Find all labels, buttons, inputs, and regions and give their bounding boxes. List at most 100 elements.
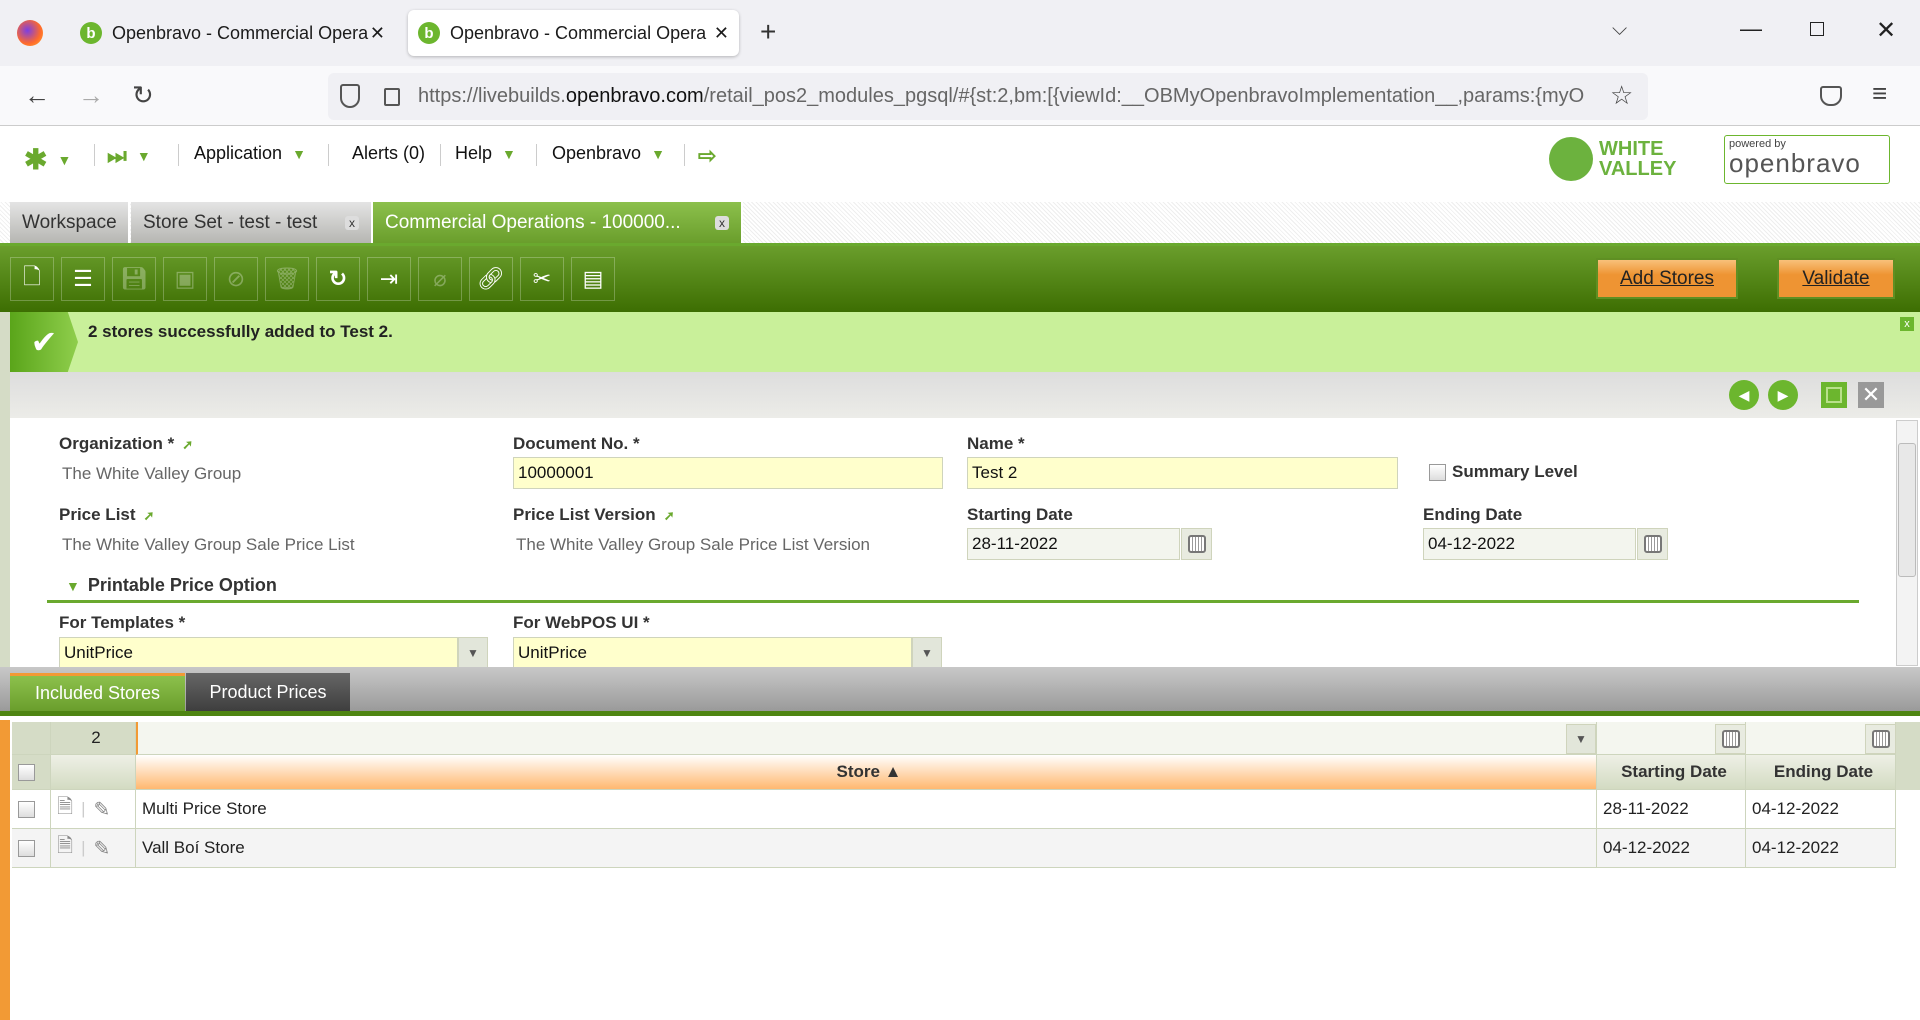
attachment-button[interactable]: ⌀: [418, 257, 462, 301]
restore-button[interactable]: [1810, 22, 1824, 36]
for-templates-select[interactable]: UnitPrice: [59, 637, 458, 669]
starting-date-input[interactable]: 28-11-2022: [967, 528, 1180, 560]
section-printable-price-option[interactable]: ▼ Printable Price Option: [66, 575, 277, 596]
chevron-down-icon: ▼: [292, 145, 306, 162]
document-no-input[interactable]: 10000001: [513, 457, 943, 489]
close-tab-icon[interactable]: ✕: [714, 23, 729, 44]
url-bar[interactable]: https://livebuilds. openbravo.com/retail_…: [328, 73, 1648, 120]
minimize-button[interactable]: —: [1740, 16, 1762, 42]
ending-date-input[interactable]: 04-12-2022: [1423, 528, 1636, 560]
back-icon[interactable]: ←: [24, 80, 50, 111]
select-all-cell: [12, 755, 51, 790]
calendar-icon[interactable]: [1715, 724, 1746, 754]
link-button[interactable]: 🔗︎: [469, 257, 513, 301]
edit-pencil-icon[interactable]: ✎: [94, 797, 111, 822]
openbravo-menu[interactable]: Openbravo ▼: [552, 143, 665, 164]
delete-button[interactable]: 🗑︎: [265, 257, 309, 301]
tab-list-chevron-icon[interactable]: ⌵: [1612, 18, 1627, 41]
tab-included-stores[interactable]: Included Stores: [10, 673, 185, 711]
next-record-icon[interactable]: ▶: [1768, 380, 1798, 410]
starting-date-cell: 04-12-2022: [1597, 829, 1746, 868]
edit-pencil-icon[interactable]: ✎: [94, 836, 111, 861]
price-list-version-value: The White Valley Group Sale Price List V…: [516, 535, 871, 554]
chevron-down-icon: ▼: [136, 148, 151, 164]
header-ending-date[interactable]: Ending Date: [1746, 755, 1896, 790]
record-count: 2: [51, 722, 136, 755]
maximize-icon[interactable]: [1821, 382, 1847, 408]
new-document-button[interactable]: 🗋: [10, 257, 54, 301]
save-close-button[interactable]: ▣: [163, 257, 207, 301]
close-form-icon[interactable]: ✕: [1858, 382, 1884, 408]
new-tab-button[interactable]: +: [760, 16, 776, 48]
header-starting-date[interactable]: Starting Date: [1597, 755, 1746, 790]
close-message-icon[interactable]: x: [1900, 317, 1914, 331]
refresh-button[interactable]: ↻: [316, 257, 360, 301]
view-toggle-button[interactable]: ▤: [571, 257, 615, 301]
tab-workspace[interactable]: Workspace: [10, 202, 130, 243]
price-list-label: Price List ➚: [59, 505, 155, 524]
quick-launch-menu[interactable]: ✱ ▼: [24, 143, 71, 176]
browser-tab[interactable]: b Openbravo - Commercial Opera ✕: [70, 10, 395, 56]
chevron-down-icon[interactable]: ▼: [1566, 724, 1596, 754]
divider: |: [81, 838, 86, 857]
filter-end: [1896, 722, 1920, 790]
recent-views-menu[interactable]: ⏭ ▼: [107, 143, 151, 169]
previous-record-icon[interactable]: ◀: [1729, 380, 1759, 410]
new-row-button[interactable]: ☰: [61, 257, 105, 301]
help-menu[interactable]: Help ▼: [455, 143, 516, 164]
close-tab-icon[interactable]: x: [345, 215, 359, 230]
row-checkbox[interactable]: [18, 839, 35, 857]
row-select-cell: [12, 790, 51, 829]
lock-icon[interactable]: [384, 88, 400, 106]
save-button[interactable]: 💾︎: [112, 257, 156, 301]
reload-icon[interactable]: ↻: [132, 80, 154, 111]
application-menu[interactable]: Application ▼: [194, 143, 306, 164]
menu-hamburger-icon[interactable]: ≡: [1872, 78, 1887, 109]
browser-tab-active[interactable]: b Openbravo - Commercial Opera ✕: [408, 10, 739, 56]
calendar-icon[interactable]: [1181, 528, 1212, 560]
row-checkbox[interactable]: [18, 800, 35, 818]
close-window-button[interactable]: ✕: [1876, 16, 1896, 45]
for-webpos-select[interactable]: UnitPrice: [513, 637, 912, 669]
summary-level-checkbox[interactable]: [1429, 464, 1446, 481]
select-all-checkbox[interactable]: [18, 763, 35, 781]
close-tab-icon[interactable]: ✕: [370, 23, 385, 44]
chevron-down-icon[interactable]: ▼: [912, 637, 942, 669]
store-name-cell[interactable]: Multi Price Store: [136, 790, 1597, 829]
logout-icon[interactable]: ⇨: [698, 143, 716, 169]
open-record-icon[interactable]: 🗎: [57, 831, 73, 865]
checkmark-icon: ✔: [10, 312, 78, 372]
store-name-cell[interactable]: Vall Boí Store: [136, 829, 1597, 868]
powered-by-openbravo-logo: powered by openbravo: [1724, 135, 1890, 184]
validate-button[interactable]: Validate: [1777, 258, 1895, 299]
active-grid-indicator: [0, 720, 10, 1020]
store-filter-input[interactable]: [136, 722, 1597, 755]
firefox-icon: [17, 20, 43, 46]
tools-button[interactable]: ✂: [520, 257, 564, 301]
forward-icon[interactable]: →: [78, 80, 104, 111]
link-arrow-icon[interactable]: ➚: [664, 508, 675, 523]
link-arrow-icon[interactable]: ➚: [144, 508, 155, 523]
link-arrow-icon[interactable]: ➚: [182, 437, 193, 452]
pocket-icon[interactable]: [1820, 86, 1842, 106]
tab-commercial-operations[interactable]: Commercial Operations - 100000... x: [373, 202, 743, 243]
form-scrollbar[interactable]: [1896, 420, 1918, 666]
summary-level-label: Summary Level: [1452, 462, 1578, 481]
success-message-text: 2 stores successfully added to Test 2.: [88, 322, 393, 341]
tab-store-set[interactable]: Store Set - test - test x: [131, 202, 373, 243]
export-button[interactable]: ⇥: [367, 257, 411, 301]
bookmark-star-icon[interactable]: ☆: [1610, 80, 1633, 111]
close-tab-icon[interactable]: x: [715, 215, 729, 230]
header-store[interactable]: Store ▲: [136, 755, 1597, 790]
add-stores-button[interactable]: Add Stores: [1596, 258, 1738, 299]
chevron-down-icon[interactable]: ▼: [458, 637, 488, 669]
calendar-icon[interactable]: [1637, 528, 1668, 560]
tab-product-prices[interactable]: Product Prices: [186, 673, 350, 711]
calendar-icon[interactable]: [1865, 724, 1896, 754]
undo-button[interactable]: ⊘: [214, 257, 258, 301]
name-input[interactable]: Test 2: [967, 457, 1398, 489]
price-list-value: The White Valley Group Sale Price List: [62, 535, 355, 554]
alerts-menu[interactable]: Alerts (0): [352, 143, 425, 164]
shield-icon[interactable]: [340, 84, 360, 108]
open-record-icon[interactable]: 🗎: [57, 792, 73, 826]
